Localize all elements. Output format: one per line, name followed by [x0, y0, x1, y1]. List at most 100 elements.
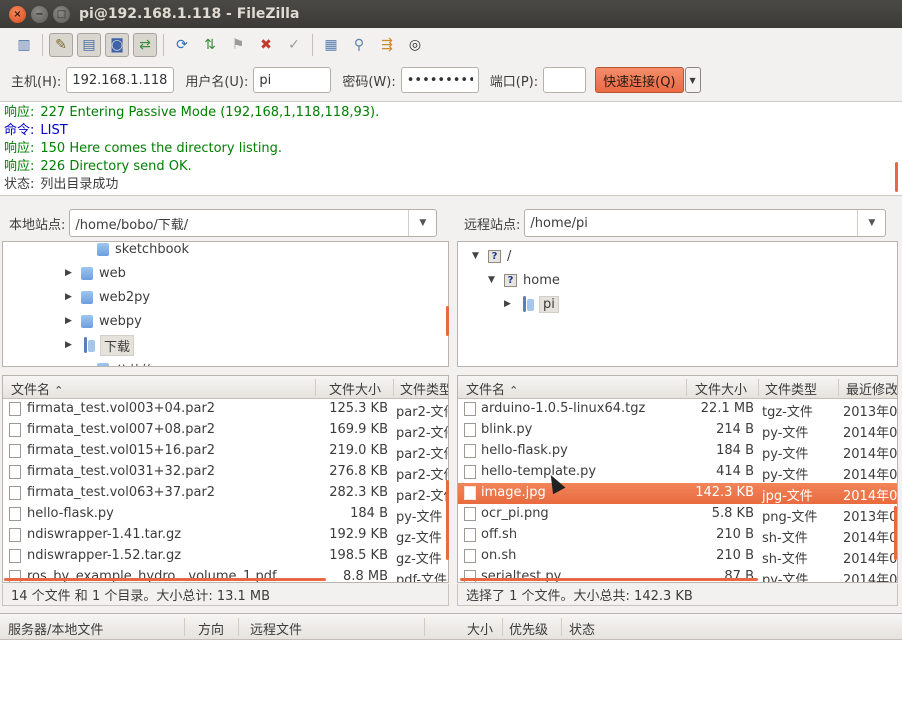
main-toolbar: ▥ ✎ ▤ ◙ ⇄ ⟳ ⇅ ⚑ ✖ ✓ ▦ ⚲ ⇶ ◎: [0, 28, 902, 62]
remote-path-combo[interactable]: /home/pi ▼: [524, 209, 887, 237]
local-file-name: ndiswrapper-1.52.tar.gz: [27, 548, 182, 563]
password-input[interactable]: [400, 67, 479, 93]
remote-directory-tree[interactable]: ▼? / ▼? home ▶ pi: [457, 241, 898, 367]
local-tree-item[interactable]: ▶ web2py: [3, 285, 448, 309]
username-input[interactable]: [253, 67, 332, 93]
local-tree-item[interactable]: ▶ web: [3, 261, 448, 285]
toggle-local-tree-icon[interactable]: ▤: [77, 33, 101, 57]
local-list-hscrollbar[interactable]: [4, 578, 326, 581]
local-tree-item[interactable]: sketchbook: [3, 242, 448, 261]
log-line-text: LIST: [40, 123, 68, 138]
message-log[interactable]: 响应: 227 Entering Passive Mode (192,168,1,…: [0, 101, 902, 196]
remote-file-row[interactable]: hello-template.py 414 B py-文件 2014年0: [458, 462, 897, 483]
chevron-right-icon[interactable]: ▶: [65, 292, 77, 302]
cancel-operation-icon[interactable]: ⚑: [226, 33, 250, 57]
queue-col-remote[interactable]: 远程文件: [250, 619, 302, 638]
remote-tree-item[interactable]: ▼? /: [458, 244, 897, 268]
site-manager-icon[interactable]: ▥: [12, 33, 36, 57]
local-path-combo[interactable]: /home/bobo/下载/ ▼: [69, 209, 438, 237]
unknown-folder-icon: ?: [488, 249, 501, 263]
local-file-row[interactable]: firmata_test.vol007+08.par2 169.9 KB par2-…: [3, 420, 448, 441]
local-file-row[interactable]: firmata_test.vol015+16.par2 219.0 KB par2-…: [3, 441, 448, 462]
remote-file-name: hello-template.py: [481, 464, 597, 479]
sync-browsing-icon[interactable]: ⇶: [375, 33, 399, 57]
log-line-text: 226 Directory send OK.: [40, 159, 192, 174]
remote-file-type: sh-文件: [762, 531, 808, 546]
local-tree-item[interactable]: 公共的: [3, 357, 448, 366]
local-tree-item[interactable]: ▶ 下载: [3, 333, 448, 357]
remote-list-hscrollbar[interactable]: [460, 578, 758, 581]
remote-file-name: ocr_pi.png: [481, 506, 549, 521]
quickconnect-button[interactable]: 快速连接(Q): [595, 67, 684, 93]
remote-file-row[interactable]: image.jpg 142.3 KB jpg-文件 2014年0: [458, 483, 897, 504]
local-col-size[interactable]: 文件大小: [329, 379, 381, 398]
remote-col-size[interactable]: 文件大小: [695, 379, 747, 398]
toggle-dir-compare-icon[interactable]: ⚲: [347, 33, 371, 57]
port-input[interactable]: [543, 67, 587, 93]
local-tree-scrollbar[interactable]: [446, 306, 449, 336]
stop-icon[interactable]: ✖: [254, 33, 278, 57]
transfer-queue[interactable]: 服务器/本地文件 方向 远程文件 大小 优先级 状态: [0, 613, 902, 710]
file-icon: [464, 570, 476, 582]
maximize-window-button[interactable]: □: [53, 5, 70, 23]
remote-file-row[interactable]: ocr_pi.png 5.8 KB png-文件 2013年0: [458, 504, 897, 525]
local-path-value: /home/bobo/下载/: [75, 217, 189, 233]
search-remote-files-icon[interactable]: ◎: [403, 33, 427, 57]
directory-listing-filters-icon[interactable]: ▦: [319, 33, 343, 57]
queue-col-size[interactable]: 大小: [467, 619, 493, 638]
process-queue-icon[interactable]: ⇅: [198, 33, 222, 57]
queue-col-status[interactable]: 状态: [569, 619, 595, 638]
remote-file-list[interactable]: 文件名 ⌃ 文件大小 文件类型 最近修改 arduino-1.0.5-linux…: [457, 375, 898, 583]
toggle-remote-tree-icon[interactable]: ◙: [105, 33, 129, 57]
minimize-window-button[interactable]: −: [31, 5, 48, 23]
chevron-right-icon[interactable]: ▶: [65, 340, 77, 350]
remote-tree-item[interactable]: ▼? home: [458, 268, 897, 292]
queue-col-direction[interactable]: 方向: [198, 619, 224, 638]
remote-file-row[interactable]: blink.py 214 B py-文件 2014年0: [458, 420, 897, 441]
local-file-row[interactable]: hello-flask.py 184 B py-文件: [3, 504, 448, 525]
remote-file-row[interactable]: off.sh 210 B sh-文件 2014年0: [458, 525, 897, 546]
remote-file-row[interactable]: on.sh 210 B sh-文件 2014年0: [458, 546, 897, 567]
host-input[interactable]: [66, 67, 175, 93]
remote-file-row[interactable]: arduino-1.0.5-linux64.tgz 22.1 MB tgz-文件 20…: [458, 399, 897, 420]
chevron-down-icon[interactable]: ▼: [857, 210, 885, 236]
chevron-down-icon[interactable]: ▼: [472, 251, 484, 261]
log-scrollbar[interactable]: [895, 162, 898, 192]
chevron-right-icon[interactable]: ▶: [65, 316, 77, 326]
toggle-message-log-icon[interactable]: ✎: [49, 33, 73, 57]
local-file-list[interactable]: 文件名 ⌃ 文件大小 文件类型 firmata_test.vol003+04.p…: [2, 375, 449, 583]
remote-col-name[interactable]: 文件名 ⌃: [466, 379, 518, 398]
refresh-icon[interactable]: ⟳: [170, 33, 194, 57]
reconnect-icon[interactable]: ✓: [282, 33, 306, 57]
remote-file-modified: 2014年0: [843, 468, 898, 483]
local-file-type: gz-文件: [396, 552, 442, 567]
queue-col-priority[interactable]: 优先级: [509, 619, 548, 638]
remote-col-type[interactable]: 文件类型: [765, 379, 817, 398]
close-window-button[interactable]: ×: [9, 5, 26, 23]
remote-col-modified[interactable]: 最近修改: [846, 379, 897, 398]
local-file-row[interactable]: ndiswrapper-1.52.tar.gz 198.5 KB gz-文件: [3, 546, 448, 567]
local-file-type: par2-文件: [396, 447, 448, 462]
local-col-name[interactable]: 文件名 ⌃: [11, 379, 63, 398]
remote-file-row[interactable]: hello-flask.py 184 B py-文件 2014年0: [458, 441, 897, 462]
quickconnect-history-dropdown[interactable]: ▼: [684, 67, 701, 93]
local-directory-tree[interactable]: sketchbook ▶ web ▶ web2py ▶ webpy ▶ 下载公共的: [2, 241, 449, 367]
chevron-right-icon[interactable]: ▶: [65, 268, 77, 278]
remote-tree-item[interactable]: ▶ pi: [458, 292, 897, 316]
toggle-transfer-queue-icon[interactable]: ⇄: [133, 33, 157, 57]
local-file-row[interactable]: firmata_test.vol003+04.par2 125.3 KB par2-…: [3, 399, 448, 420]
chevron-right-icon[interactable]: ▶: [504, 299, 516, 309]
chevron-down-icon[interactable]: ▼: [408, 210, 436, 236]
local-list-scrollbar[interactable]: [446, 480, 449, 560]
username-label: 用户名(U):: [185, 74, 249, 90]
queue-col-server-local[interactable]: 服务器/本地文件: [8, 619, 103, 638]
local-file-row[interactable]: firmata_test.vol063+37.par2 282.3 KB par2-…: [3, 483, 448, 504]
local-file-row[interactable]: firmata_test.vol031+32.par2 276.8 KB par2-…: [3, 462, 448, 483]
chevron-down-icon[interactable]: ▼: [488, 275, 500, 285]
local-tree-item[interactable]: ▶ webpy: [3, 309, 448, 333]
tree-item-label: pi: [539, 295, 559, 313]
remote-list-scrollbar[interactable]: [894, 506, 897, 560]
local-file-row[interactable]: ndiswrapper-1.41.tar.gz 192.9 KB gz-文件: [3, 525, 448, 546]
remote-file-size: 142.3 KB: [695, 485, 754, 500]
local-col-type[interactable]: 文件类型: [400, 379, 448, 398]
